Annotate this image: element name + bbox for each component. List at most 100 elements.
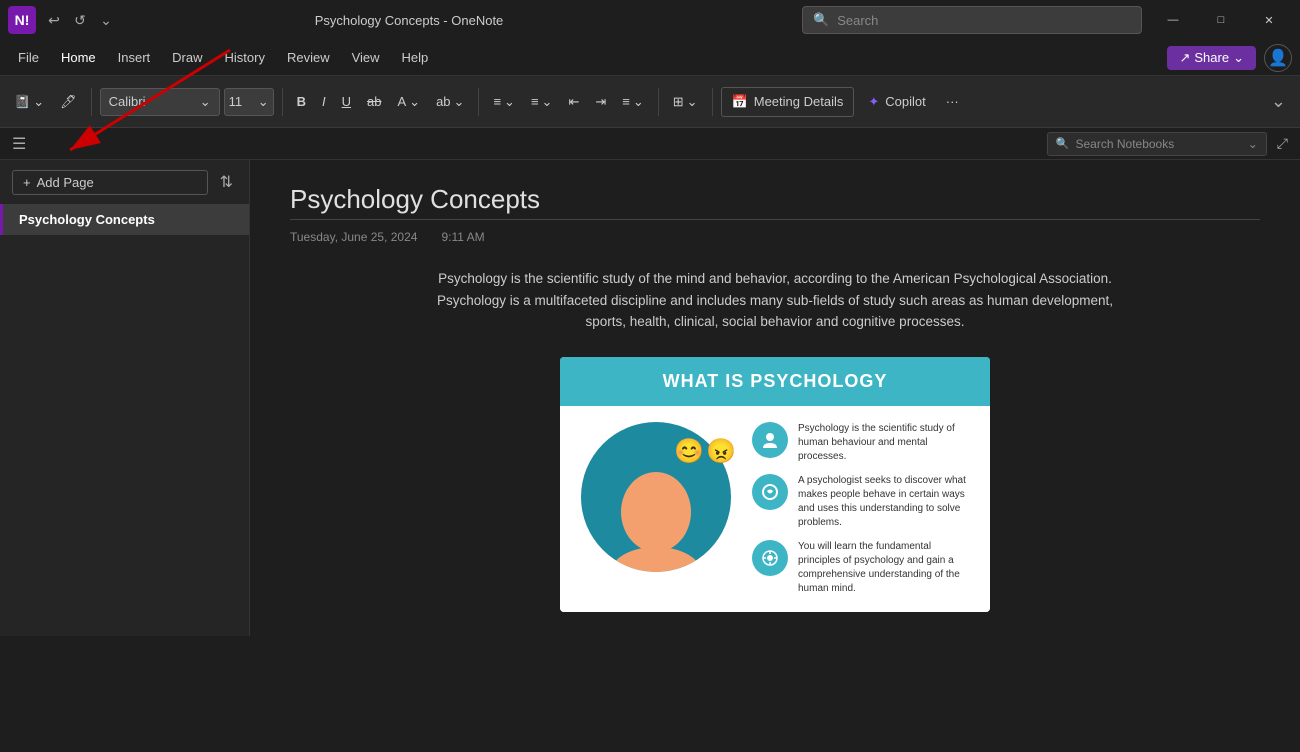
global-search-bar[interactable]: 🔍 Search bbox=[802, 6, 1142, 34]
close-button[interactable]: ✕ bbox=[1246, 4, 1292, 36]
align-button[interactable]: ≡ ⌄ bbox=[616, 84, 650, 120]
note-meta: Tuesday, June 25, 2024 9:11 AM bbox=[290, 230, 1260, 244]
info-icon-3 bbox=[752, 540, 788, 576]
font-color-button[interactable]: A ⌄ bbox=[391, 84, 426, 120]
angry-emoji: 😠 bbox=[706, 437, 736, 466]
note-body-text: Psychology is the scientific study of th… bbox=[435, 268, 1115, 333]
strikethrough-button[interactable]: ab bbox=[361, 84, 387, 120]
ribbon-divider-4 bbox=[658, 88, 659, 116]
window-controls: — □ ✕ bbox=[1150, 4, 1292, 36]
menu-draw[interactable]: Draw bbox=[162, 46, 212, 69]
ribbon-divider-5 bbox=[712, 88, 713, 116]
sidebar: + Add Page ⇅ Psychology Concepts bbox=[0, 160, 250, 636]
info-row-3: You will learn the fundamental principle… bbox=[752, 540, 974, 596]
infographic-right-panel: Psychology is the scientific study of hu… bbox=[752, 422, 974, 596]
ribbon-divider-3 bbox=[478, 88, 479, 116]
ribbon-toolbar: 📓 ⌄ 🖊 Calibri ⌄ 11 ⌄ B I U ab A ⌄ ab ⌄ ≡… bbox=[0, 76, 1300, 128]
search-icon: 🔍 bbox=[813, 12, 829, 28]
align-icon: ≡ bbox=[622, 94, 630, 109]
more-formatting-dropdown: ⌄ bbox=[687, 94, 698, 110]
infographic-header: WHAT IS PSYCHOLOGY bbox=[560, 357, 990, 406]
more-formatting-button[interactable]: ⊞ ⌄ bbox=[667, 84, 704, 120]
info-icon-1 bbox=[752, 422, 788, 458]
font-family-select[interactable]: Calibri ⌄ bbox=[100, 88, 220, 116]
add-page-icon: + bbox=[23, 175, 31, 190]
font-family-value: Calibri bbox=[109, 94, 146, 109]
info-icon-2 bbox=[752, 474, 788, 510]
info-text-3: You will learn the fundamental principle… bbox=[798, 540, 974, 596]
indent-increase-button[interactable]: ⇥ bbox=[589, 84, 612, 120]
search-placeholder: Search bbox=[837, 13, 878, 28]
bold-button[interactable]: B bbox=[291, 84, 312, 120]
share-icon: ↗ bbox=[1179, 50, 1190, 66]
bullets-button[interactable]: ≡ ⌄ bbox=[487, 84, 521, 120]
copilot-icon: ✦ bbox=[868, 94, 879, 110]
sort-pages-button[interactable]: ⇅ bbox=[216, 168, 237, 196]
italic-button[interactable]: I bbox=[316, 84, 332, 120]
menu-help[interactable]: Help bbox=[392, 46, 439, 69]
meeting-details-label: Meeting Details bbox=[754, 94, 844, 109]
underline-button[interactable]: U bbox=[336, 84, 357, 120]
numbering-dropdown: ⌄ bbox=[542, 94, 553, 110]
highlight-color-button[interactable]: ab ⌄ bbox=[430, 84, 470, 120]
copilot-label: Copilot bbox=[885, 94, 925, 109]
share-button[interactable]: ↗ Share ⌄ bbox=[1167, 46, 1256, 70]
maximize-button[interactable]: □ bbox=[1198, 4, 1244, 36]
ribbon-expand-button[interactable]: ⌄ bbox=[1265, 91, 1292, 112]
search-notebooks-input[interactable]: 🔍 Search Notebooks ⌄ bbox=[1047, 132, 1267, 156]
meeting-icon: 📅 bbox=[732, 94, 748, 110]
menu-insert[interactable]: Insert bbox=[108, 46, 161, 69]
menu-file[interactable]: File bbox=[8, 46, 49, 69]
menu-home[interactable]: Home bbox=[51, 46, 106, 69]
font-size-value: 11 bbox=[229, 94, 243, 109]
indent-decrease-button[interactable]: ⇤ bbox=[562, 84, 585, 120]
info-text-1: Psychology is the scientific study of hu… bbox=[798, 422, 974, 464]
menu-view[interactable]: View bbox=[342, 46, 390, 69]
copilot-button[interactable]: ✦ Copilot bbox=[858, 87, 935, 117]
sidebar-header: + Add Page ⇅ bbox=[0, 160, 249, 204]
notebook-dropdown-icon: ⌄ bbox=[33, 94, 44, 110]
profile-icon[interactable]: 👤 bbox=[1264, 44, 1292, 72]
infographic: WHAT IS PSYCHOLOGY bbox=[560, 357, 990, 612]
ribbon-divider-2 bbox=[282, 88, 283, 116]
search-notebooks-icon: 🔍 bbox=[1056, 137, 1070, 150]
meeting-details-button[interactable]: 📅 Meeting Details bbox=[721, 87, 855, 117]
font-family-dropdown-icon: ⌄ bbox=[200, 94, 211, 110]
share-label: Share bbox=[1194, 50, 1229, 65]
info-row-2: A psychologist seeks to discover what ma… bbox=[752, 474, 974, 530]
more-formatting-icon: ⊞ bbox=[673, 94, 684, 110]
bullets-dropdown: ⌄ bbox=[504, 94, 515, 110]
title-bar: N! ↩ ↺ ⌄ Psychology Concepts - OneNote 🔍… bbox=[0, 0, 1300, 40]
menu-review[interactable]: Review bbox=[277, 46, 340, 69]
minimize-button[interactable]: — bbox=[1150, 4, 1196, 36]
main-area: + Add Page ⇅ Psychology Concepts Psychol… bbox=[0, 160, 1300, 636]
numbering-button[interactable]: ≡ ⌄ bbox=[525, 84, 559, 120]
share-dropdown-icon: ⌄ bbox=[1233, 50, 1244, 66]
highlight-dropdown: ⌄ bbox=[454, 94, 465, 110]
align-dropdown: ⌄ bbox=[633, 94, 644, 110]
bullets-icon: ≡ bbox=[493, 94, 501, 109]
font-color-dropdown: ⌄ bbox=[409, 94, 420, 110]
more-icon: ··· bbox=[946, 94, 959, 109]
note-date: Tuesday, June 25, 2024 bbox=[290, 230, 417, 244]
more-button[interactable]: ··· bbox=[940, 84, 965, 120]
search-notebooks-dropdown-icon: ⌄ bbox=[1248, 137, 1258, 151]
numbering-icon: ≡ bbox=[531, 94, 539, 109]
highlight-icon: ab bbox=[436, 94, 450, 109]
indent-decrease-icon: ⇤ bbox=[568, 94, 579, 110]
add-page-button[interactable]: + Add Page bbox=[12, 170, 208, 195]
infographic-left-panel: 😊 😠 bbox=[576, 422, 736, 596]
notebook-button[interactable]: 📓 ⌄ bbox=[8, 84, 50, 120]
menu-right-actions: ↗ Share ⌄ 👤 bbox=[1167, 44, 1292, 72]
note-content-area: Psychology Concepts Tuesday, June 25, 20… bbox=[250, 160, 1300, 636]
sidebar-page-psychology-concepts[interactable]: Psychology Concepts bbox=[0, 204, 249, 235]
menu-history[interactable]: History bbox=[215, 46, 275, 69]
note-title: Psychology Concepts bbox=[290, 184, 1260, 215]
highlighter-button[interactable]: 🖊 bbox=[54, 84, 83, 120]
highlighter-icon: 🖊 bbox=[60, 94, 77, 110]
expand-view-button[interactable]: ⤢ bbox=[1273, 133, 1292, 154]
hamburger-menu-button[interactable]: ☰ bbox=[8, 130, 30, 158]
note-time: 9:11 AM bbox=[441, 230, 484, 244]
ribbon-divider-1 bbox=[91, 88, 92, 116]
font-size-select[interactable]: 11 ⌄ bbox=[224, 88, 274, 116]
